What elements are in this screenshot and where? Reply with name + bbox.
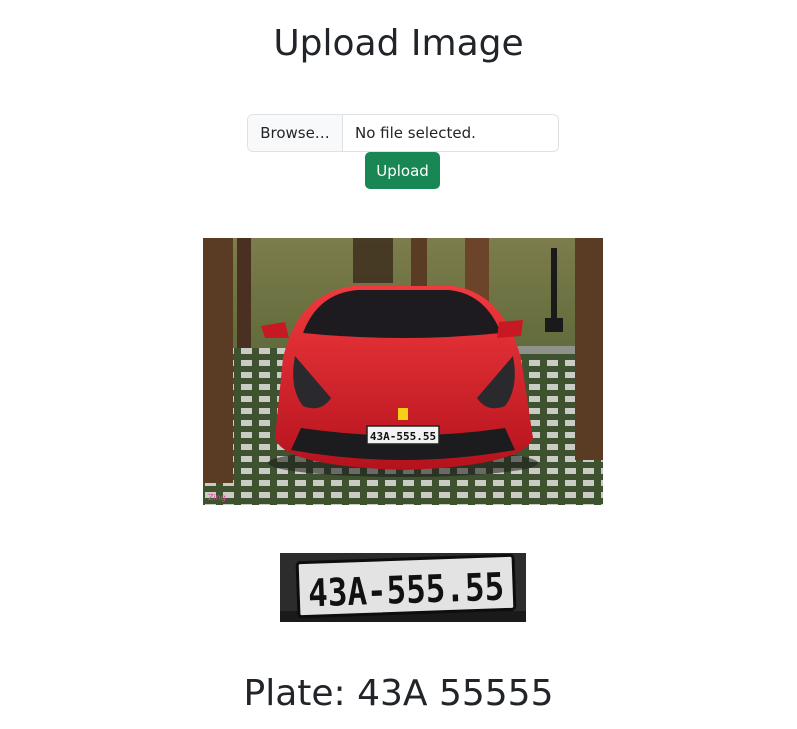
file-input[interactable]: Browse… No file selected. — [247, 114, 559, 152]
browse-button[interactable]: Browse… — [248, 115, 343, 151]
watermark-text: Zing — [208, 493, 226, 502]
uploaded-car-image: 43A-555.55 Zing — [203, 238, 603, 505]
plate-result-label: Plate: 43A 55555 — [243, 673, 554, 714]
cropped-plate-image: 43A-555.55 — [280, 553, 526, 622]
file-status-text: No file selected. — [355, 124, 476, 142]
cropped-plate-text: 43A-555.55 — [307, 565, 504, 616]
upload-button[interactable]: Upload — [365, 152, 440, 189]
car-plate-text: 43A-555.55 — [370, 430, 436, 443]
page-title: Upload Image — [273, 23, 524, 64]
page: Upload Image Browse… No file selected. U… — [0, 0, 797, 729]
